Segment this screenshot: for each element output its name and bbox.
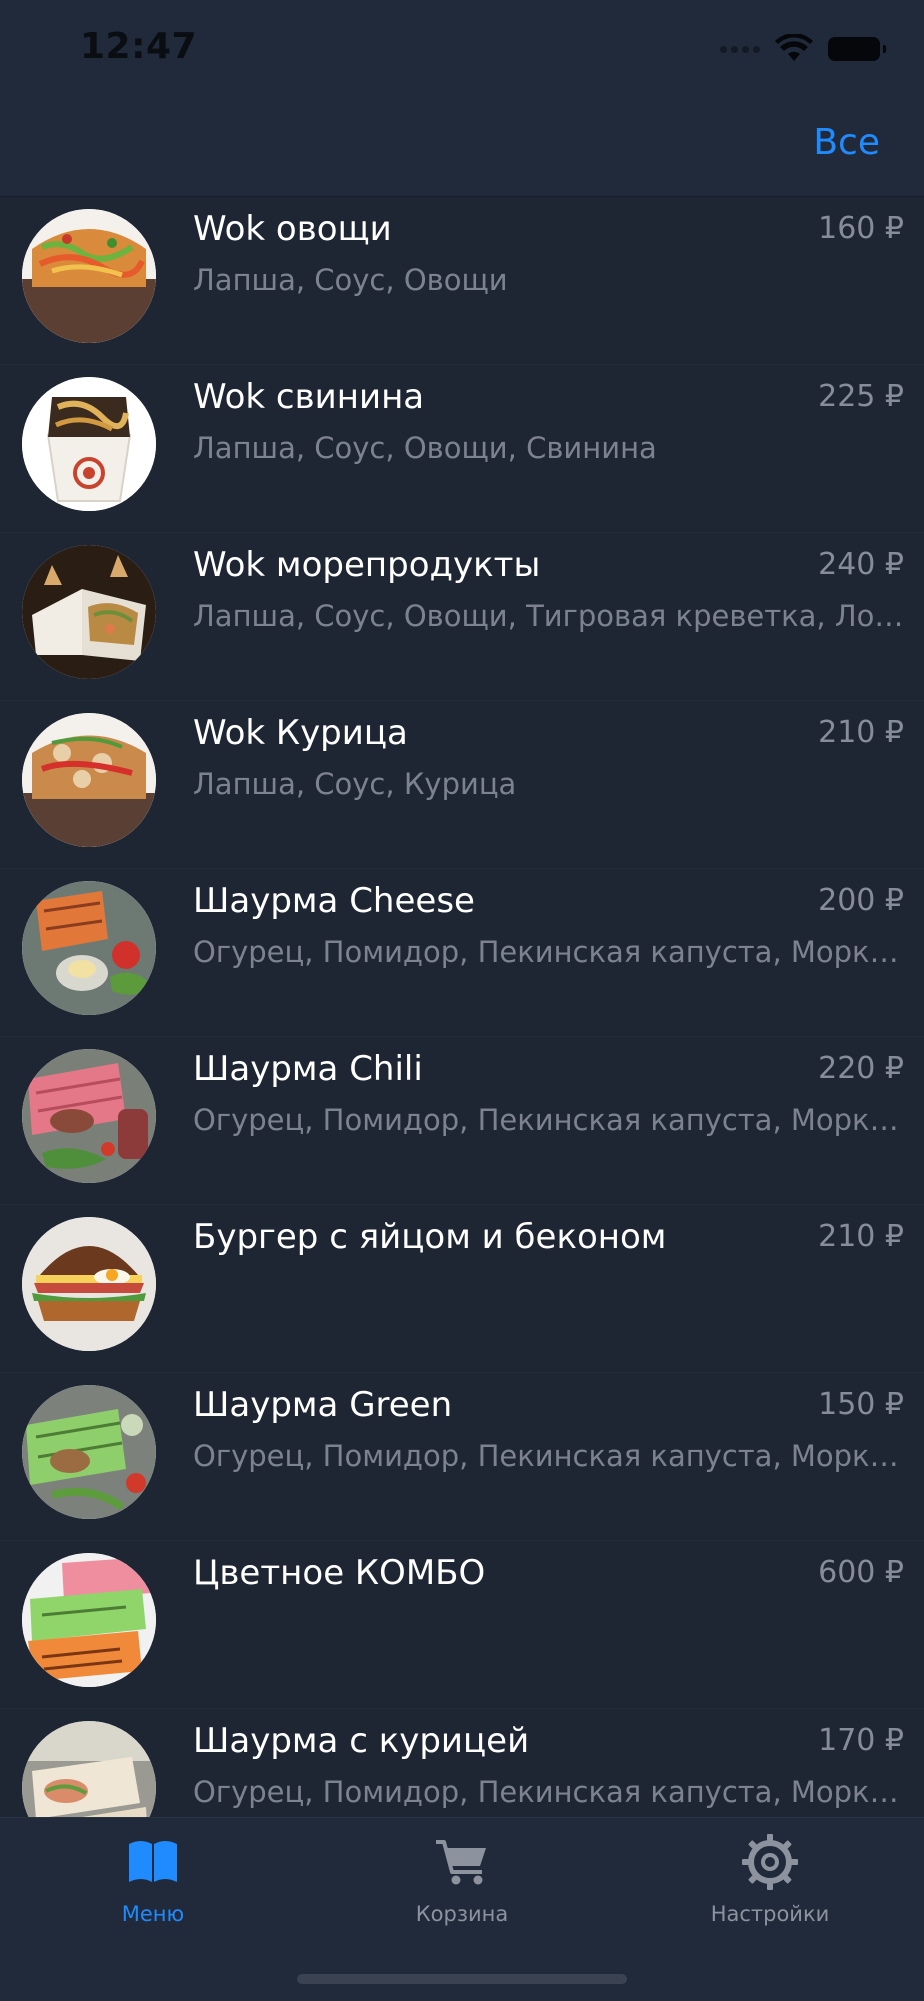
menu-list[interactable]: Wok овощи 160 ₽ Лапша, Соус, Овощи Wok с… — [0, 197, 924, 1817]
dish-ingredients: Лапша, Соус, Овощи, Тигровая креветка, Л… — [193, 599, 904, 633]
battery-icon — [828, 37, 886, 61]
dish-price: 210 ₽ — [818, 715, 904, 750]
tab-settings-label: Настройки — [710, 1902, 830, 1926]
dish-title: Цветное КОМБО — [193, 1553, 486, 1593]
gear-icon — [742, 1834, 798, 1890]
dish-title: Шаурма Cheese — [193, 881, 475, 921]
dish-ingredients: Огурец, Помидор, Пекинская капуста, Морк… — [193, 1439, 904, 1473]
navigation-bar: Все — [0, 100, 924, 197]
dish-title: Шаурма Green — [193, 1385, 453, 1425]
status-time: 12:47 — [80, 26, 198, 67]
dish-image — [22, 1721, 156, 1817]
wifi-icon — [775, 34, 813, 61]
book-icon — [129, 1841, 177, 1882]
dish-title: Wok морепродукты — [193, 545, 541, 585]
dish-image — [22, 1385, 156, 1519]
dish-price: 200 ₽ — [818, 883, 904, 918]
menu-item[interactable]: Wok морепродукты 240 ₽ Лапша, Соус, Овощ… — [0, 533, 924, 701]
dish-image — [22, 209, 156, 343]
dish-image — [22, 713, 156, 847]
home-indicator — [297, 1974, 627, 1984]
cellular-signal-icon — [720, 45, 760, 53]
menu-item[interactable]: Wok овощи 160 ₽ Лапша, Соус, Овощи — [0, 197, 924, 365]
tab-menu[interactable]: Меню — [53, 1832, 253, 1926]
tab-cart[interactable]: Корзина — [362, 1832, 562, 1926]
dish-ingredients: Огурец, Помидор, Пекинская капуста, Морк… — [193, 1775, 904, 1809]
dish-image — [22, 1049, 156, 1183]
menu-item[interactable]: Цветное КОМБО 600 ₽ — [0, 1541, 924, 1709]
dish-price: 210 ₽ — [818, 1219, 904, 1254]
filter-all-button[interactable]: Все — [813, 122, 880, 163]
tab-settings[interactable]: Настройки — [670, 1832, 870, 1926]
menu-item[interactable]: Шаурма Cheese 200 ₽ Огурец, Помидор, Пек… — [0, 869, 924, 1037]
dish-ingredients: Огурец, Помидор, Пекинская капуста, Морк… — [193, 1103, 904, 1137]
dish-ingredients: Лапша, Соус, Овощи — [193, 263, 508, 297]
dish-title: Бургер с яйцом и беконом — [193, 1217, 667, 1257]
dish-price: 160 ₽ — [818, 211, 904, 246]
dish-price: 225 ₽ — [818, 379, 904, 414]
dish-title: Wok Курица — [193, 713, 408, 753]
menu-item[interactable]: Бургер с яйцом и беконом 210 ₽ — [0, 1205, 924, 1373]
dish-image — [22, 545, 156, 679]
dish-image — [22, 881, 156, 1015]
tab-bar: Меню Корзина Настройки — [0, 1817, 924, 2001]
menu-item[interactable]: Шаурма с курицей 170 ₽ Огурец, Помидор, … — [0, 1709, 924, 1817]
dish-image — [22, 1217, 156, 1351]
dish-title: Шаурма Chili — [193, 1049, 423, 1089]
menu-item[interactable]: Wok Курица 210 ₽ Лапша, Соус, Курица — [0, 701, 924, 869]
cart-icon — [436, 1840, 486, 1885]
dish-price: 600 ₽ — [818, 1555, 904, 1590]
dish-price: 220 ₽ — [818, 1051, 904, 1086]
menu-item[interactable]: Wok свинина 225 ₽ Лапша, Соус, Овощи, Св… — [0, 365, 924, 533]
status-bar: 12:47 — [0, 0, 924, 100]
tab-menu-label: Меню — [121, 1902, 185, 1926]
tab-cart-label: Корзина — [415, 1902, 509, 1926]
dish-ingredients: Лапша, Соус, Курица — [193, 767, 517, 801]
dish-ingredients: Лапша, Соус, Овощи, Свинина — [193, 431, 657, 465]
status-icons — [720, 34, 886, 64]
dish-image — [22, 1553, 156, 1687]
dish-title: Шаурма с курицей — [193, 1721, 530, 1761]
menu-item[interactable]: Шаурма Green 150 ₽ Огурец, Помидор, Пеки… — [0, 1373, 924, 1541]
dish-price: 150 ₽ — [818, 1387, 904, 1422]
menu-item[interactable]: Шаурма Chili 220 ₽ Огурец, Помидор, Пеки… — [0, 1037, 924, 1205]
dish-ingredients: Огурец, Помидор, Пекинская капуста, Морк… — [193, 935, 904, 969]
dish-price: 240 ₽ — [818, 547, 904, 582]
dish-title: Wok свинина — [193, 377, 425, 417]
dish-title: Wok овощи — [193, 209, 392, 249]
dish-image — [22, 377, 156, 511]
dish-price: 170 ₽ — [818, 1723, 904, 1758]
